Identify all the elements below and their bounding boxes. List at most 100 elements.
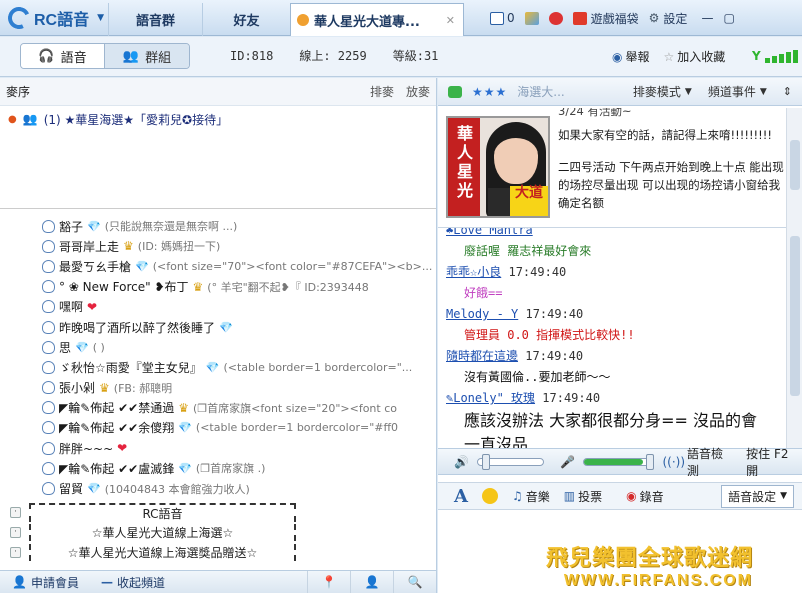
mic-queue-title: 麥序 (6, 85, 31, 99)
queue-actions: 排麥 放麥 (370, 83, 430, 100)
user-row[interactable]: ◤輪✎佈起 ✔✔余傻翔 💎 (<table border=1 bordercolor… (0, 418, 436, 438)
list-item[interactable]: · ☆華人星光大道線上海選獎品贈送☆ (0, 543, 436, 563)
channel-entry: ☆華人星光大道線上海選獎品贈送☆ (29, 544, 296, 562)
user-row[interactable]: 最愛ㄎㄠ手槍 💎 (<font size="70"><font color="#87… (0, 256, 436, 276)
user-signature: (<table border=1 bordercolor="... (223, 360, 413, 374)
music-button[interactable]: ♫ 音樂 (512, 488, 550, 505)
voice-detect-button[interactable]: ((·)) 語音檢測 (662, 445, 732, 479)
expand-icon[interactable]: · (10, 527, 21, 539)
chat-scrollbar[interactable] (786, 228, 802, 448)
person-icon[interactable]: 👤 (350, 570, 393, 593)
microphone-icon[interactable]: 🎤 (560, 455, 575, 469)
tab-voice-groups[interactable]: 語音群 (108, 3, 202, 36)
top-right-tools: 0 遊戲福袋 ⚙ 設定 — ▢ (488, 0, 802, 36)
message-input[interactable]: 飛兒樂團全球歌迷網 WWW.FIRFANS.COM (438, 510, 802, 593)
mic-volume-slider[interactable] (583, 453, 655, 470)
tab-label: 華人星光大道專... (314, 14, 420, 30)
record-button[interactable]: ◉ 錄音 (626, 488, 664, 505)
voice-settings-dropdown[interactable]: 語音設定 ▼ (721, 484, 794, 508)
chat-sender[interactable]: Melody - Y (446, 307, 518, 321)
maximize-icon[interactable]: ▢ (723, 11, 734, 25)
user-row[interactable]: 張小剁 ♛ (FB: 郝聰明 (0, 378, 436, 398)
section-title: RC語音 (29, 503, 296, 523)
user-row[interactable]: 嘿啊 ❤ (0, 297, 436, 317)
chat-message-header: 隨時都在這邊 17:49:40 (446, 346, 802, 367)
group-mode-label: 群組 (145, 50, 172, 66)
channel-id: ID:818 (230, 48, 274, 63)
section-label: RC語音 (142, 507, 183, 522)
speaker-icon[interactable]: 🔊 (454, 455, 469, 469)
list-item[interactable]: · ☆華人星光大道線上海選☆ (0, 523, 436, 543)
font-icon[interactable]: A (454, 486, 468, 507)
search-icon[interactable]: 🔍 (393, 570, 436, 593)
mic-queue-item[interactable]: ● 👥 (1) ★華星海選★「愛莉兒✪接待」 (0, 108, 436, 130)
chat-sender[interactable]: 隨時都在這邊 (446, 349, 518, 363)
apply-member-button[interactable]: 👤 申請會員 (12, 574, 79, 591)
announcement-text: 3/24 有活動~ 如果大家有空的話，請記得上來唷!!!!!!!!! 二四号活动… (558, 108, 786, 228)
user-signature: (❐首席家旗<font size="20"><font co (192, 401, 397, 415)
music-label: 音樂 (525, 489, 550, 504)
chat-sender[interactable]: ♣Love Mantra (446, 228, 533, 237)
group-mode-button[interactable]: 👥 群組 (105, 44, 189, 68)
skin-icon[interactable] (524, 11, 539, 25)
headset-icon: 🎧 (38, 48, 55, 64)
emoji-icon[interactable] (481, 488, 498, 504)
user-row[interactable]: 胖胖~~~ ❤ (0, 438, 436, 458)
queue-sort-button[interactable]: 排麥 (370, 83, 394, 100)
user-row[interactable]: ◤輪✎佈起 ✔✔禁通過 ♛ (❐首席家旗<font size="20"><font … (0, 398, 436, 418)
user-row[interactable]: 昨晚喝了酒所以醉了然後睡了 💎 (0, 317, 436, 337)
user-row[interactable]: ◤輪✎佈起 ✔✔盧滅鋒 💎 (❐首席家旗 .) (0, 458, 436, 478)
user-name: 嘿啊 (59, 300, 84, 315)
chat-sender[interactable]: ✎Lonely" 玫瑰 (446, 391, 535, 405)
favorite-button[interactable]: ☆ 加入收藏 (664, 48, 726, 65)
voice-detect-label: 語音檢測 (687, 446, 724, 478)
speaker-volume-slider[interactable] (476, 453, 545, 470)
queue-mode-dropdown[interactable]: 排麥模式 ▼ (633, 83, 692, 100)
vote-button[interactable]: ▥ 投票 (564, 488, 602, 505)
close-icon[interactable]: ✕ (446, 14, 455, 27)
announcement-line: 3/24 有活動~ (558, 108, 632, 118)
announcement-line: 如果大家有空的話，請記得上來唷!!!!!!!!! (558, 128, 772, 142)
gift-icon[interactable] (548, 11, 563, 25)
channel-poster-image: 華人星光 大道 (446, 116, 550, 218)
queue-release-button[interactable]: 放麥 (406, 83, 430, 100)
channel-events-dropdown[interactable]: 頻道事件 ▼ (708, 83, 767, 100)
settings-button[interactable]: ⚙ 設定 (649, 10, 688, 27)
report-icon: ◉ (612, 49, 623, 64)
crown-icon: ♛ (123, 239, 134, 254)
app-logo-menu[interactable]: RC語音 ▼ (0, 0, 108, 36)
location-icon[interactable]: 📍 (307, 570, 350, 593)
chat-time: 17:49:40 (525, 307, 584, 321)
user-name: 最愛ㄎㄠ手槍 (59, 259, 132, 274)
user-row[interactable]: 豁子 💎 (只能說無奈還是無奈啊 ...) (0, 216, 436, 236)
list-item[interactable]: · RC語音 (0, 503, 436, 523)
watermark: 飛兒樂團全球歌迷網 WWW.FIRFANS.COM (546, 540, 753, 590)
diamond-icon: 💎 (135, 259, 149, 273)
expand-icon[interactable]: · (10, 547, 21, 559)
watermark-url: WWW.FIRFANS.COM (563, 572, 754, 589)
tab-channel-active[interactable]: 華人星光大道專... ✕ (290, 3, 464, 36)
chat-sender[interactable]: 乖乖☆小良 (446, 265, 501, 279)
user-row[interactable]: ゞ秋怡☆雨愛『堂主女兒』 💎 (<table border=1 bordercolo… (0, 357, 436, 377)
expand-toggle-icon[interactable]: ⇕ (783, 85, 792, 98)
expand-icon[interactable]: · (10, 507, 21, 519)
user-row[interactable]: ° ❀ New Force" ❥布丁 ♛ (° 羊宅"翻不起❥『 ID:239344… (0, 277, 436, 297)
diamond-icon: 💎 (87, 219, 101, 233)
channel-user-list[interactable]: 豁子 💎 (只能說無奈還是無奈啊 ...) 哥哥岸上走 ♛ (ID: 媽媽扭一下) 最愛ㄎㄠ… (0, 206, 436, 570)
user-row[interactable]: 思 💎( ) (0, 337, 436, 357)
user-row[interactable]: 留貿 💎 (10404843 本會館強力收人) (0, 478, 436, 498)
user-row[interactable]: 哥哥岸上走 ♛ (ID: 媽媽扭一下) (0, 236, 436, 256)
chat-time: 17:49:40 (542, 391, 601, 405)
user-name: ◤輪✎佈起 ✔✔禁通過 (59, 401, 175, 416)
announcement-scrollbar[interactable] (786, 108, 802, 228)
minimize-icon[interactable]: — (701, 11, 713, 25)
list-divider (0, 208, 436, 216)
games-button[interactable]: 遊戲福袋 (572, 10, 639, 27)
voice-mode-button[interactable]: 🎧 語音 (21, 44, 105, 68)
mail-button[interactable]: 0 (490, 11, 515, 25)
collapse-channel-button[interactable]: — 收起頻道 (101, 574, 165, 591)
report-button[interactable]: ◉ 舉報 (612, 48, 650, 65)
input-toolbar: A ♫ 音樂 ▥ 投票 ◉ 錄音 語音設定 ▼ (438, 482, 802, 510)
heart-icon: ❤ (87, 299, 98, 314)
tab-friends[interactable]: 好友 (202, 3, 290, 36)
